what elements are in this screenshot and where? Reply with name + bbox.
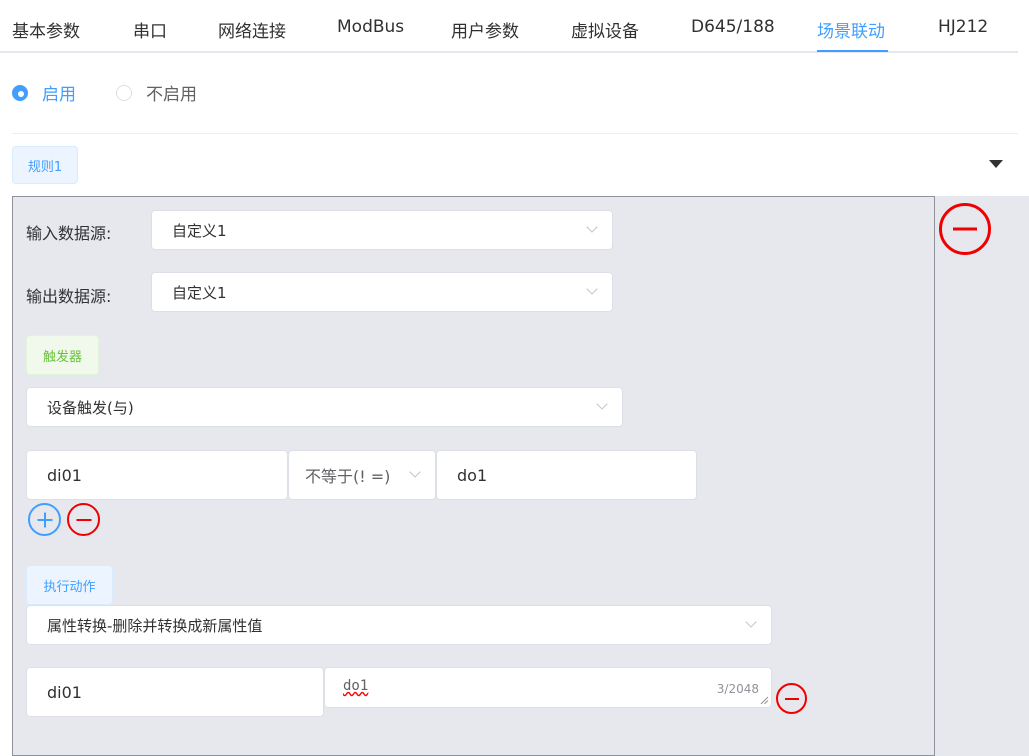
remove-action-button[interactable] <box>776 683 807 714</box>
trigger-mode-value: 设备触发(与) <box>47 398 134 417</box>
chevron-down-icon <box>586 283 598 295</box>
tab-hj212[interactable]: HJ212 <box>938 17 988 37</box>
radio-disable-label: 不启用 <box>146 85 197 105</box>
char-counter: 3/2048 <box>716 682 759 696</box>
input-source-label: 输入数据源: <box>26 224 112 243</box>
action-value-text: do1 <box>343 678 369 694</box>
condition-operator-select[interactable]: 不等于(! =) <box>288 450 436 500</box>
action-value-textarea[interactable]: do1 3/2048 <box>324 667 772 708</box>
input-source-select[interactable]: 自定义1 <box>151 210 613 250</box>
remove-condition-button[interactable] <box>67 503 100 536</box>
trigger-mode-select[interactable]: 设备触发(与) <box>26 387 623 427</box>
radio-enable[interactable]: 启用 <box>12 80 76 105</box>
tab-virtual-device[interactable]: 虚拟设备 <box>571 17 639 42</box>
radio-unchecked-icon <box>116 84 132 101</box>
chevron-down-icon <box>586 221 598 233</box>
chevron-down-icon <box>745 616 757 628</box>
minus-circle-icon <box>76 518 91 521</box>
resize-handle-icon[interactable] <box>760 696 769 705</box>
tab-modbus[interactable]: ModBus <box>337 17 404 37</box>
action-mode-value: 属性转换-删除并转换成新属性值 <box>47 616 263 635</box>
rule-side-strip <box>935 196 1029 756</box>
condition-right-input[interactable]: do1 <box>436 450 697 500</box>
output-source-value: 自定义1 <box>172 283 227 302</box>
trigger-tag: 触发器 <box>26 335 99 375</box>
action-field-input[interactable]: di01 <box>26 667 324 717</box>
tab-basic-params[interactable]: 基本参数 <box>12 17 80 42</box>
radio-checked-icon <box>12 84 28 101</box>
caret-down-icon[interactable] <box>989 160 1003 168</box>
condition-left-input[interactable]: di01 <box>26 450 288 500</box>
remove-rule-button[interactable] <box>939 203 991 255</box>
rule-tag[interactable]: 规则1 <box>12 146 78 184</box>
radio-enable-label: 启用 <box>42 85 76 105</box>
output-source-select[interactable]: 自定义1 <box>151 272 613 312</box>
active-tab-indicator <box>817 50 888 52</box>
tab-scene-linkage[interactable]: 场景联动 <box>817 17 885 42</box>
tab-d645[interactable]: D645/188 <box>691 17 775 37</box>
divider <box>12 133 1018 134</box>
chevron-down-icon <box>409 466 421 478</box>
chevron-down-icon <box>596 398 608 410</box>
input-source-value: 自定义1 <box>172 221 227 240</box>
add-condition-button[interactable] <box>28 503 61 536</box>
minus-circle-icon <box>784 697 799 700</box>
action-tag: 执行动作 <box>26 565 113 605</box>
tab-network[interactable]: 网络连接 <box>218 17 286 42</box>
output-source-label: 输出数据源: <box>26 287 112 306</box>
tab-user-params[interactable]: 用户参数 <box>451 17 519 42</box>
radio-disable[interactable]: 不启用 <box>116 80 197 105</box>
settings-tabs: 基本参数 串口 网络连接 ModBus 用户参数 虚拟设备 D645/188 场… <box>0 0 1018 53</box>
action-mode-select[interactable]: 属性转换-删除并转换成新属性值 <box>26 605 772 645</box>
condition-operator-value: 不等于(! =) <box>305 467 391 486</box>
tab-serial[interactable]: 串口 <box>133 17 167 42</box>
minus-circle-icon <box>953 227 977 231</box>
